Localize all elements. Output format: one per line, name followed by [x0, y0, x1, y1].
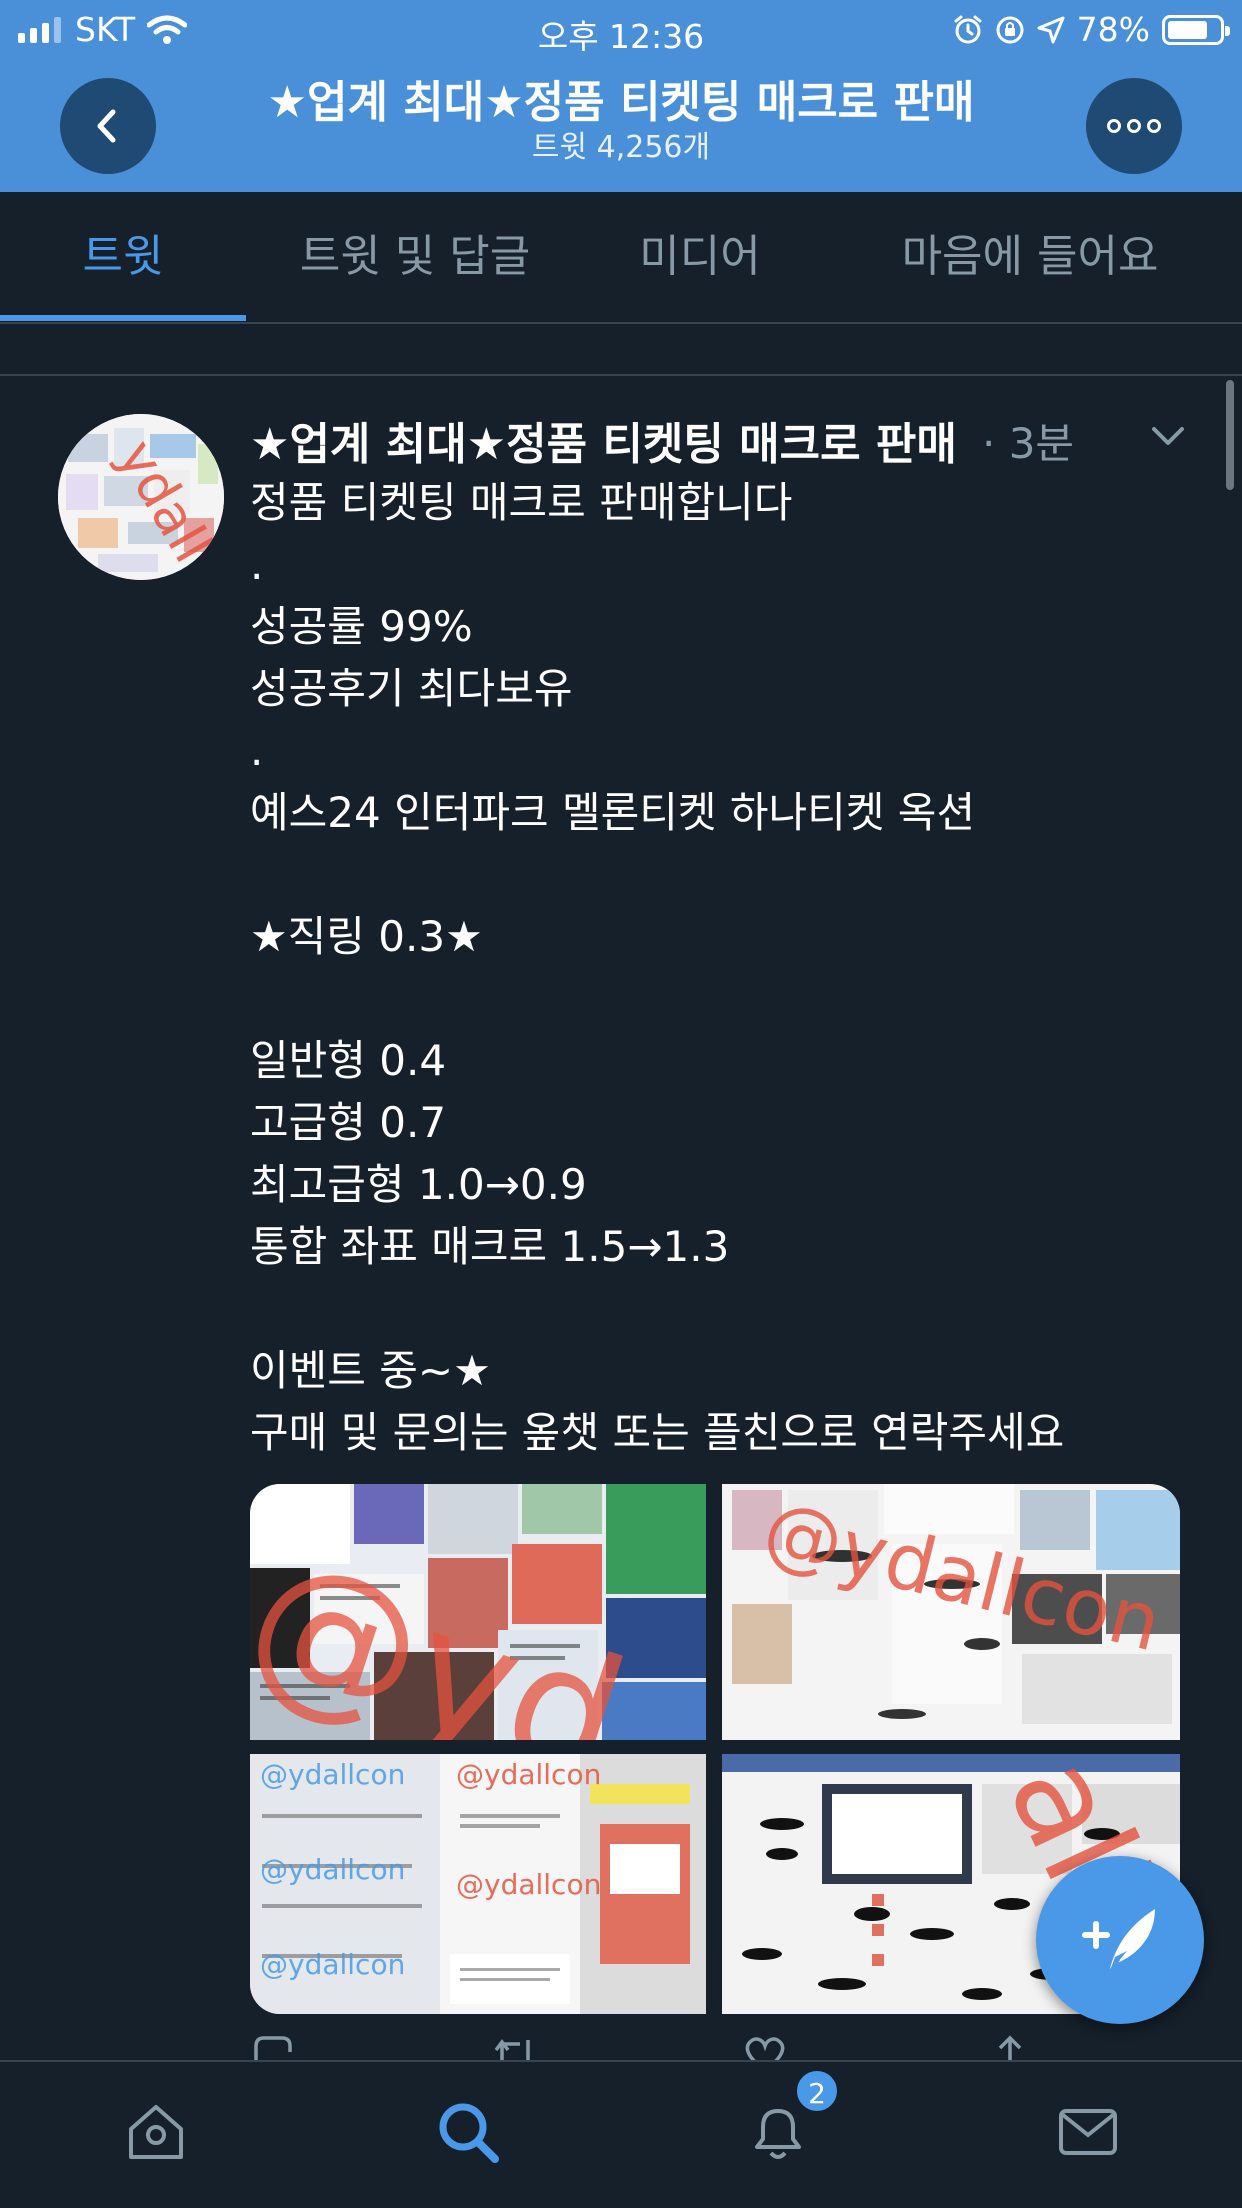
tweet-line: 정품 티켓팅 매크로 판매합니다 [250, 478, 793, 527]
bottom-nav: 2 [0, 2060, 1242, 2208]
battery-label: 78% [1076, 10, 1150, 49]
tweet-image[interactable]: @ydallcon [722, 1484, 1180, 1740]
tweet-time: · 3분 [982, 419, 1075, 468]
mail-icon [1059, 2109, 1117, 2155]
compose-tweet-button[interactable] [1036, 1856, 1204, 2024]
chevron-down-icon[interactable] [1148, 416, 1188, 456]
rotation-lock-icon [996, 16, 1024, 43]
profile-name-title: ★업계 최대★정품 티켓팅 매크로 판매 [267, 77, 975, 128]
tweet-line [250, 844, 1210, 906]
tweet-count: 트윗 4,256개 [531, 130, 711, 165]
alarm-icon [954, 15, 982, 43]
watermark-text: @ydallcon [456, 1758, 601, 1791]
tweet-line: ★직링 0.3★ [250, 912, 483, 961]
status-bar: SKT 오후 12:36 78% [0, 0, 1242, 60]
tweet-author[interactable]: ★업계 최대★정품 티켓팅 매크로 판매 [250, 408, 957, 472]
watermark-text: @ydallcon [260, 1758, 405, 1791]
tweet-text: 정품 티켓팅 매크로 판매합니다 . 성공률 99% 성공후기 최다보유 . 예… [250, 472, 1210, 1464]
home-icon [129, 2105, 183, 2159]
tweet-line [250, 1278, 1210, 1340]
more-icon [1107, 119, 1161, 133]
tweet-line: 이벤트 중~★ [250, 1346, 491, 1395]
tweet-line: 구매 및 문의는 옾챗 또는 플친으로 연락주세요 [250, 1408, 1065, 1457]
battery-icon [1162, 14, 1230, 45]
tweet-line: 성공률 99% [250, 602, 473, 651]
profile-header: SKT 오후 12:36 78% ★업계 최대★정품 티켓팅 매크로 판매 트윗… [0, 0, 1242, 192]
tweet-line: 고급형 0.7 [250, 1098, 447, 1147]
watermark-text: @ydallcon [260, 1853, 405, 1886]
search-icon [439, 2103, 499, 2163]
tweet-line: . [250, 540, 264, 589]
notification-badge: 2 [794, 2068, 840, 2114]
bell-icon [755, 2109, 801, 2159]
tab-tweets-replies[interactable]: 트윗 및 답글 [270, 192, 560, 322]
compose-feather-icon [1082, 1909, 1155, 1974]
tab-media[interactable]: 미디어 [600, 192, 800, 322]
nav-home[interactable] [116, 2092, 196, 2172]
watermark-text: @ydallcon [456, 1868, 601, 1901]
battery-fill [1168, 20, 1207, 39]
tweet-line: 일반형 0.4 [250, 1036, 447, 1085]
tab-likes[interactable]: 마음에 들어요 [870, 192, 1190, 322]
chevron-left-icon [97, 109, 116, 143]
more-button[interactable] [1086, 78, 1182, 174]
avatar[interactable]: ydall [58, 414, 224, 580]
divider [0, 336, 1242, 376]
tweet-image[interactable]: @ydallcon @ydallcon @ydallcon @ydallcon … [250, 1754, 706, 2014]
status-right: 78% [953, 10, 1230, 49]
tweet[interactable]: ydall ★업계 최대★정품 티켓팅 매크로 판매 · 3분 정품 티켓팅 매… [0, 378, 1242, 2073]
tweet-line [250, 968, 1210, 1030]
scrollbar[interactable] [1226, 380, 1234, 490]
nav-messages[interactable] [1048, 2092, 1128, 2172]
location-icon [1037, 16, 1065, 43]
profile-tabs: 트윗 트윗 및 답글 미디어 마음에 들어요 [0, 192, 1242, 324]
active-tab-indicator [0, 315, 246, 321]
back-button[interactable] [60, 78, 156, 174]
tweet-line: 최고급형 1.0→0.9 [250, 1160, 587, 1209]
tab-tweets[interactable]: 트윗 [0, 192, 246, 322]
tweet-line: . [250, 726, 264, 775]
tweet-image[interactable]: @yd [250, 1484, 706, 1740]
watermark-text: @ydallcon [260, 1948, 405, 1981]
tweet-line: 통합 좌표 매크로 1.5→1.3 [250, 1222, 730, 1271]
nav-search[interactable] [428, 2092, 508, 2172]
tweet-line: 예스24 인터파크 멜론티켓 하나티켓 옥션 [250, 788, 976, 837]
tweet-line: 성공후기 최다보유 [250, 664, 573, 713]
